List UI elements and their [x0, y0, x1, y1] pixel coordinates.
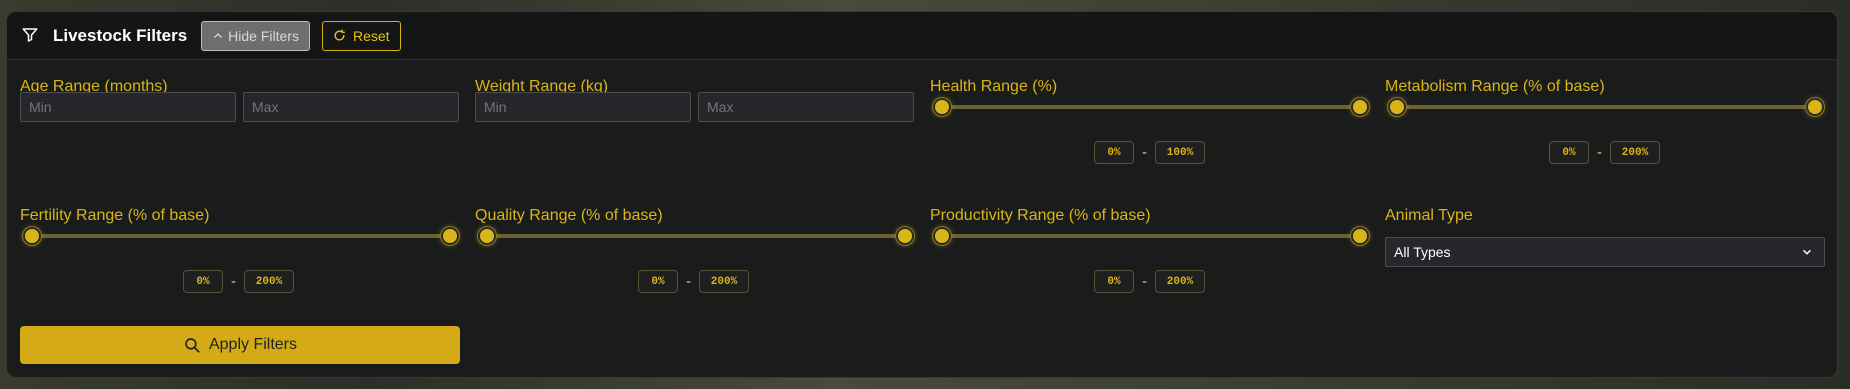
hide-filters-button[interactable]: Hide Filters	[201, 20, 310, 51]
animal-type-value: All Types	[1394, 244, 1451, 260]
quality-max-chip: 200%	[699, 270, 749, 293]
funnel-icon	[21, 26, 41, 46]
fertility-max-handle[interactable]	[441, 227, 459, 245]
chevron-up-icon	[212, 30, 224, 42]
metabolism-min-chip: 0%	[1549, 141, 1589, 164]
quality-min-chip: 0%	[638, 270, 678, 293]
quality-range-values: 0% - 200%	[638, 270, 749, 293]
productivity-range-values: 0% - 200%	[1094, 270, 1205, 293]
range-dash: -	[1142, 144, 1147, 161]
quality-slider-track[interactable]	[487, 234, 905, 238]
metabolism-range-label: Metabolism Range (% of base)	[1385, 78, 1605, 95]
quality-range-label: Quality Range (% of base)	[475, 207, 663, 224]
animal-type-label: Animal Type	[1385, 207, 1473, 224]
refresh-icon	[333, 29, 346, 42]
fertility-min-chip: 0%	[183, 270, 223, 293]
metabolism-slider-track[interactable]	[1397, 105, 1815, 109]
chevron-down-icon	[1800, 245, 1814, 259]
panel-title: Livestock Filters	[53, 25, 188, 45]
health-range-label: Health Range (%)	[930, 78, 1058, 95]
metabolism-max-chip: 200%	[1610, 141, 1660, 164]
health-range-values: 0% - 100%	[1094, 141, 1205, 164]
quality-max-handle[interactable]	[896, 227, 914, 245]
productivity-range-label: Productivity Range (% of base)	[930, 207, 1151, 224]
fertility-range-values: 0% - 200%	[183, 270, 294, 293]
metabolism-min-handle[interactable]	[1388, 98, 1406, 116]
range-dash: -	[686, 273, 691, 290]
search-icon	[183, 336, 201, 354]
fertility-min-handle[interactable]	[23, 227, 41, 245]
health-max-chip: 100%	[1155, 141, 1205, 164]
health-slider-track[interactable]	[942, 105, 1360, 109]
fertility-max-chip: 200%	[244, 270, 294, 293]
productivity-min-chip: 0%	[1094, 270, 1134, 293]
productivity-slider-track[interactable]	[942, 234, 1360, 238]
metabolism-max-handle[interactable]	[1806, 98, 1824, 116]
health-min-handle[interactable]	[933, 98, 951, 116]
weight-min-input[interactable]	[475, 92, 691, 122]
range-dash: -	[1142, 273, 1147, 290]
metabolism-range-values: 0% - 200%	[1549, 141, 1660, 164]
range-dash: -	[231, 273, 236, 290]
weight-max-input[interactable]	[698, 92, 914, 122]
health-max-handle[interactable]	[1351, 98, 1369, 116]
fertility-range-label: Fertility Range (% of base)	[20, 207, 210, 224]
productivity-min-handle[interactable]	[933, 227, 951, 245]
health-min-chip: 0%	[1094, 141, 1134, 164]
hide-filters-label: Hide Filters	[228, 27, 299, 44]
range-dash: -	[1597, 144, 1602, 161]
fertility-slider-track[interactable]	[32, 234, 450, 238]
age-min-input[interactable]	[20, 92, 236, 122]
reset-button[interactable]: Reset	[321, 20, 401, 51]
animal-type-select[interactable]: All Types	[1385, 237, 1825, 267]
filters-header: Livestock Filters Hide Filters Reset	[7, 12, 1837, 60]
filters-panel: Livestock Filters Hide Filters Reset Age…	[6, 11, 1838, 378]
productivity-max-chip: 200%	[1155, 270, 1205, 293]
apply-filters-button[interactable]: Apply Filters	[20, 326, 460, 364]
apply-filters-label: Apply Filters	[208, 336, 298, 353]
quality-min-handle[interactable]	[478, 227, 496, 245]
reset-label: Reset	[352, 27, 390, 44]
age-max-input[interactable]	[243, 92, 459, 122]
productivity-max-handle[interactable]	[1351, 227, 1369, 245]
